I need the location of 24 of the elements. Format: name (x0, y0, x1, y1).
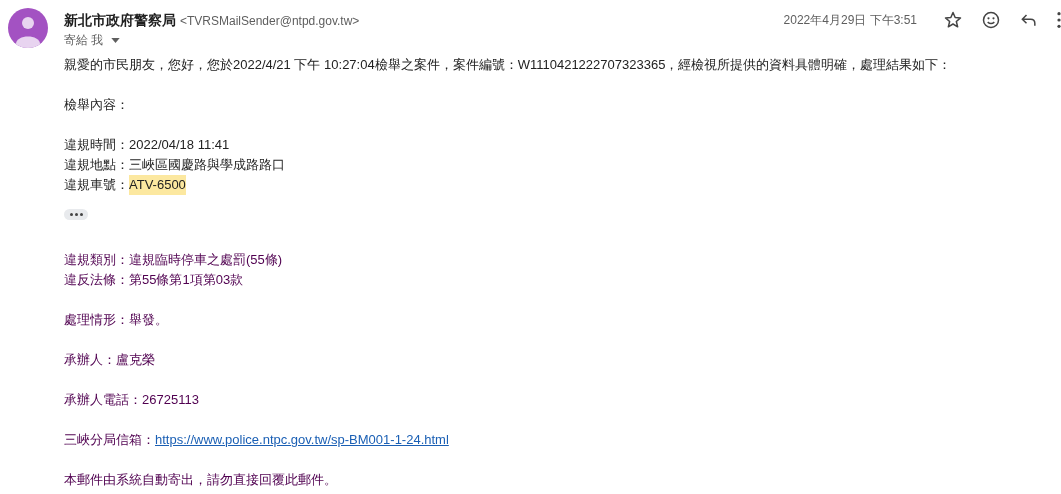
recipient-label: 寄給 我 (64, 32, 104, 49)
date-text: 2022年4月29日 下午3:51 (783, 12, 917, 29)
emoji-icon[interactable] (981, 10, 1001, 30)
show-trimmed-button[interactable] (64, 209, 88, 220)
body-text: 違反法條：第55條第1項第03款 (64, 271, 244, 289)
avatar (8, 8, 48, 48)
link[interactable]: https://www.police.ntpc.gov.tw/sp-BM001-1-24.html (155, 430, 449, 450)
body-text: 檢舉內容： (64, 96, 129, 114)
body-text: 違規時間：2022/04/18 11:41 (64, 136, 230, 154)
body-text: 違規類別：違規臨時停車之處罰(55條) (64, 251, 283, 269)
sender-name: 新北市政府警察局 (64, 11, 176, 30)
highlighted-text: ATV-6500 (129, 175, 186, 195)
field-label: 違規車號： (64, 176, 129, 194)
star-icon[interactable] (943, 10, 963, 30)
body-text: 處理情形：舉發。 (64, 311, 168, 329)
caret-icon[interactable] (111, 37, 121, 43)
body-text: 親愛的市民朋友，您好，您於2022/4/21 下午 10:27:04檢舉之案件，案件編號：W1110421222707323365，經檢視所提供的資料具體明確，處理結果如下： (64, 56, 952, 74)
body-text: 違規地點：三峽區國慶路與學成路路口 (64, 156, 285, 174)
body-text: 承辦人電話：26725113 (64, 391, 199, 409)
field-label: 三峽分局信箱： (64, 431, 155, 449)
sender-email: <TVRSMailSender@ntpd.gov.tw> (180, 13, 360, 30)
more-icon[interactable] (1057, 11, 1061, 29)
body-text: 本郵件由系統自動寄出，請勿直接回覆此郵件。 (64, 471, 337, 489)
body-text: 承辦人：盧克榮 (64, 351, 155, 369)
